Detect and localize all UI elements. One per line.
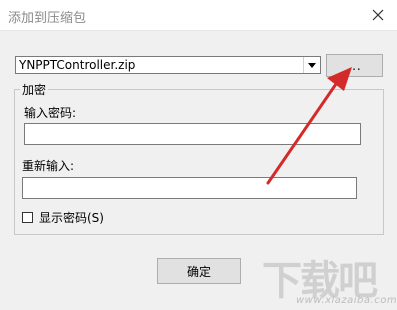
window-title: 添加到压缩包	[8, 11, 87, 26]
show-password-checkbox[interactable]: 显示密码(S)	[22, 209, 104, 225]
ok-button-label: 确定	[186, 264, 211, 279]
close-icon	[372, 9, 384, 21]
archive-name-value: YNPPTController.zip	[19, 58, 136, 72]
watermark: 下载吧 www.xiazaiba.com	[262, 248, 397, 308]
browse-button[interactable]: ...	[326, 54, 383, 77]
password-label: 输入密码:	[24, 106, 77, 120]
browse-button-label: ...	[347, 58, 362, 73]
password-input[interactable]	[24, 123, 361, 145]
chevron-down-icon	[308, 62, 316, 68]
close-button[interactable]	[363, 2, 393, 28]
confirm-password-input[interactable]	[22, 177, 357, 199]
archive-name-combobox[interactable]: YNPPTController.zip	[15, 56, 321, 74]
watermark-text: 下载吧	[262, 258, 378, 304]
show-password-label: 显示密码(S)	[39, 210, 104, 225]
combo-dropdown-button[interactable]	[303, 57, 320, 73]
ok-button[interactable]: 确定	[157, 258, 241, 284]
confirm-password-label: 重新输入:	[22, 159, 75, 173]
watermark-url: www.xiazaiba.com	[296, 295, 397, 306]
checkbox-box[interactable]	[22, 211, 33, 223]
encryption-group-legend: 加密	[20, 81, 49, 98]
title-bar: 添加到压缩包	[0, 0, 397, 31]
